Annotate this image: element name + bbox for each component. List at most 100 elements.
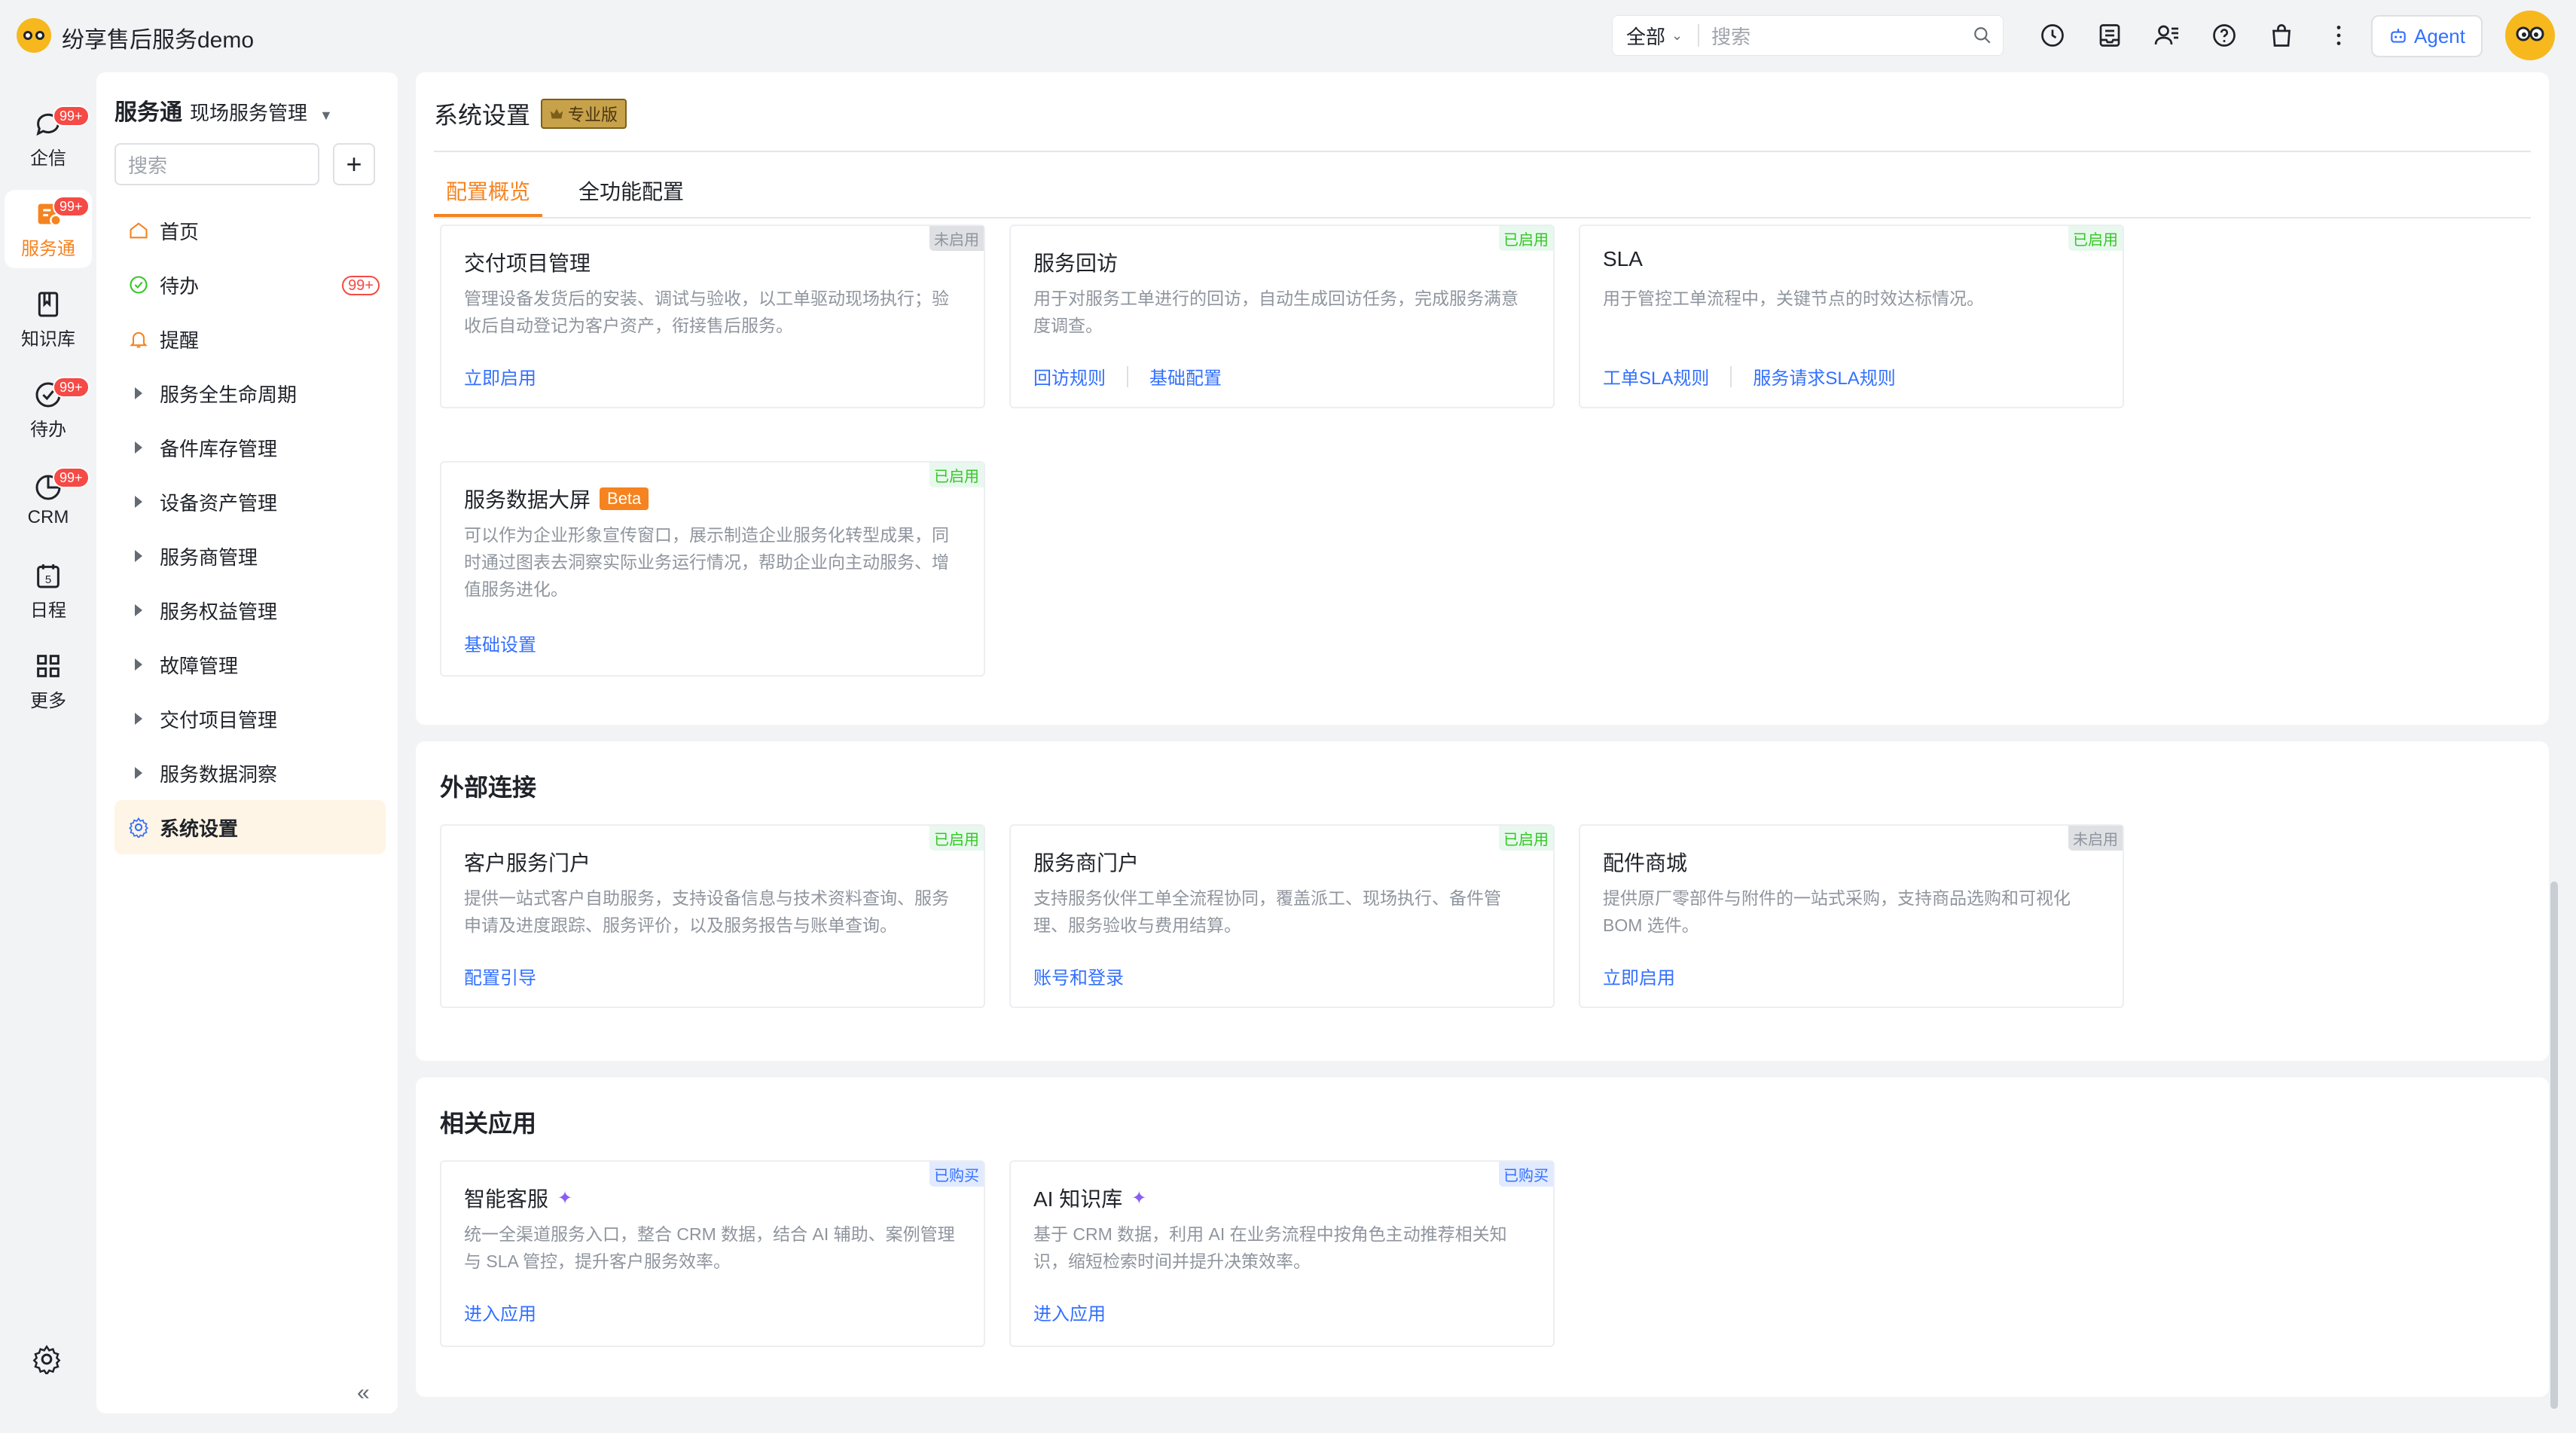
rail-badge: 99+: [53, 467, 90, 488]
card-title: 智能客服: [464, 1187, 549, 1211]
expand-arrow-icon: [127, 598, 151, 622]
config-guide-link[interactable]: 配置引导: [464, 963, 536, 989]
link-separator: [1127, 365, 1128, 387]
history-icon[interactable]: [2034, 17, 2071, 54]
nav-item-providers[interactable]: 服务商管理: [114, 529, 386, 583]
page-scrollbar[interactable]: [2550, 881, 2558, 1409]
expand-arrow-icon: [127, 707, 151, 731]
rail-item-calendar[interactable]: 5 日程: [5, 552, 92, 630]
card-description: 用于管控工单流程中，关键节点的时效达标情况。: [1603, 289, 1984, 308]
nav-item-insights[interactable]: 服务数据洞察: [114, 746, 386, 800]
module-title: 服务通: [114, 100, 182, 125]
nav-item-delivery[interactable]: 交付项目管理: [114, 692, 386, 746]
rail-item-service[interactable]: 服务通 99+: [5, 190, 92, 268]
ai-sparkle-icon: ✦: [557, 1187, 573, 1208]
more-vertical-icon[interactable]: [2320, 17, 2358, 54]
work-order-sla-link[interactable]: 工单SLA规则: [1603, 363, 1709, 390]
tab-full-config[interactable]: 全功能配置: [566, 170, 696, 211]
nav-item-faults[interactable]: 故障管理: [114, 637, 386, 692]
settings-gear-icon[interactable]: [32, 1344, 65, 1377]
status-badge: 未启用: [2068, 826, 2123, 851]
nav-item-assets[interactable]: 设备资产管理: [114, 475, 386, 529]
status-badge: 未启用: [929, 226, 984, 251]
config-overview-panel: 系统设置 专业版 配置概览 全功能配置 未启用 交付项目管理 管理设备发货后的安…: [416, 72, 2549, 725]
divider: [434, 151, 2531, 152]
basic-settings-link[interactable]: 基础设置: [464, 630, 536, 656]
nav-item-entitlements[interactable]: 服务权益管理: [114, 583, 386, 637]
agent-label: Agent: [2414, 24, 2465, 47]
expand-arrow-icon: [127, 544, 151, 568]
search-input[interactable]: 搜索: [1699, 22, 1962, 50]
page-title: 系统设置: [434, 102, 531, 129]
card-title: 客户服务门户: [464, 851, 591, 875]
add-button[interactable]: +: [333, 143, 375, 185]
rail-label: CRM: [27, 507, 69, 527]
card-title: 服务数据大屏: [464, 488, 591, 512]
card-smart-service: 已购买 智能客服 ✦ 统一全渠道服务入口，整合 CRM 数据，结合 AI 辅助、…: [440, 1160, 985, 1347]
ai-sparkle-icon: ✦: [1131, 1187, 1147, 1208]
enable-now-link[interactable]: 立即启用: [1603, 963, 1675, 989]
bell-icon: [127, 327, 151, 351]
account-login-link[interactable]: 账号和登录: [1033, 963, 1124, 989]
collapse-sidebar-icon[interactable]: «: [357, 1380, 370, 1406]
expand-arrow-icon: [127, 490, 151, 514]
rail-label: 待办: [30, 419, 66, 440]
status-badge: 已启用: [1499, 226, 1553, 251]
inbox-icon[interactable]: [2091, 17, 2129, 54]
card-ai-knowledge: 已购买 AI 知识库 ✦ 基于 CRM 数据，利用 AI 在业务流程中按角色主动…: [1009, 1160, 1555, 1347]
card-title: 交付项目管理: [464, 252, 591, 275]
nav-label: 交付项目管理: [160, 708, 278, 732]
nav-item-reminder[interactable]: 提醒: [114, 312, 386, 366]
grid-icon: [37, 654, 60, 677]
rail-item-todo[interactable]: 待办 99+: [5, 371, 92, 449]
agent-button[interactable]: Agent: [2371, 15, 2483, 57]
basic-config-link[interactable]: 基础配置: [1149, 363, 1222, 390]
enter-app-link[interactable]: 进入应用: [1033, 1299, 1106, 1325]
enable-now-link[interactable]: 立即启用: [464, 363, 536, 390]
user-avatar[interactable]: [2505, 11, 2555, 60]
status-badge: 已启用: [929, 463, 984, 487]
nav-item-lifecycle[interactable]: 服务全生命周期: [114, 366, 386, 420]
nav-item-system-settings[interactable]: 系统设置: [114, 800, 386, 854]
nav-item-spare-parts[interactable]: 备件库存管理: [114, 420, 386, 475]
global-search[interactable]: 全部 ⌄ 搜索: [1612, 15, 2004, 56]
status-badge: 已启用: [929, 826, 984, 851]
rail-badge: 99+: [53, 377, 90, 398]
card-description: 提供原厂零部件与附件的一站式采购，支持商品选购和可视化BOM 选件。: [1603, 888, 2071, 935]
rail-item-crm[interactable]: CRM 99+: [5, 461, 92, 539]
service-request-sla-link[interactable]: 服务请求SLA规则: [1753, 363, 1895, 390]
rail-label: 企信: [30, 148, 66, 169]
chevron-down-icon: ⌄: [1671, 27, 1683, 43]
card-data-screen: 已启用 服务数据大屏 Beta 可以作为企业形象宣传窗口，展示制造企业服务化转型…: [440, 461, 985, 677]
rail-item-more[interactable]: 更多: [5, 642, 92, 720]
module-switcher[interactable]: 服务通 现场服务管理 ▼: [114, 93, 333, 127]
contacts-icon[interactable]: [2148, 17, 2186, 54]
expand-arrow-icon: [127, 435, 151, 460]
card-title: 配件商城: [1603, 851, 1688, 875]
sidebar-search-input[interactable]: 搜索: [114, 143, 319, 185]
revisit-rules-link[interactable]: 回访规则: [1033, 363, 1106, 390]
sidebar-nav: 首页 待办 99+ 提醒 服务全生命周期 备件库存管理 设备资产管理 服务商管理: [114, 203, 386, 854]
search-scope-dropdown[interactable]: 全部 ⌄: [1613, 24, 1700, 48]
module-subtitle: 现场服务管理: [190, 102, 308, 124]
enter-app-link[interactable]: 进入应用: [464, 1299, 536, 1325]
calendar-day: 5: [45, 573, 51, 586]
settings-tabs: 配置概览 全功能配置: [434, 170, 720, 217]
expand-arrow-icon: [127, 761, 151, 785]
card-parts-mall: 未启用 配件商城 提供原厂零部件与附件的一站式采购，支持商品选购和可视化BOM …: [1579, 824, 2124, 1008]
card-description: 可以作为企业形象宣传窗口，展示制造企业服务化转型成果，同时通过图表去洞察实际业务…: [464, 525, 949, 599]
nav-item-todo[interactable]: 待办 99+: [114, 258, 386, 312]
search-icon[interactable]: [1962, 26, 2003, 45]
rail-item-knowledge[interactable]: 知识库: [5, 280, 92, 359]
nav-label: 备件库存管理: [160, 437, 278, 460]
status-badge: 已购买: [1499, 1162, 1553, 1187]
nav-item-home[interactable]: 首页: [114, 203, 386, 258]
nav-label: 提醒: [160, 328, 200, 352]
app-logo[interactable]: [17, 18, 51, 53]
help-icon[interactable]: [2205, 17, 2243, 54]
card-description: 管理设备发货后的安装、调试与验收，以工单驱动现场执行；验收后自动登记为客户资产，…: [464, 289, 949, 335]
shopping-bag-icon[interactable]: [2263, 17, 2300, 54]
nav-label: 服务权益管理: [160, 600, 278, 623]
rail-item-messages[interactable]: 企信 99+: [5, 99, 92, 178]
tab-config-overview[interactable]: 配置概览: [434, 170, 543, 217]
